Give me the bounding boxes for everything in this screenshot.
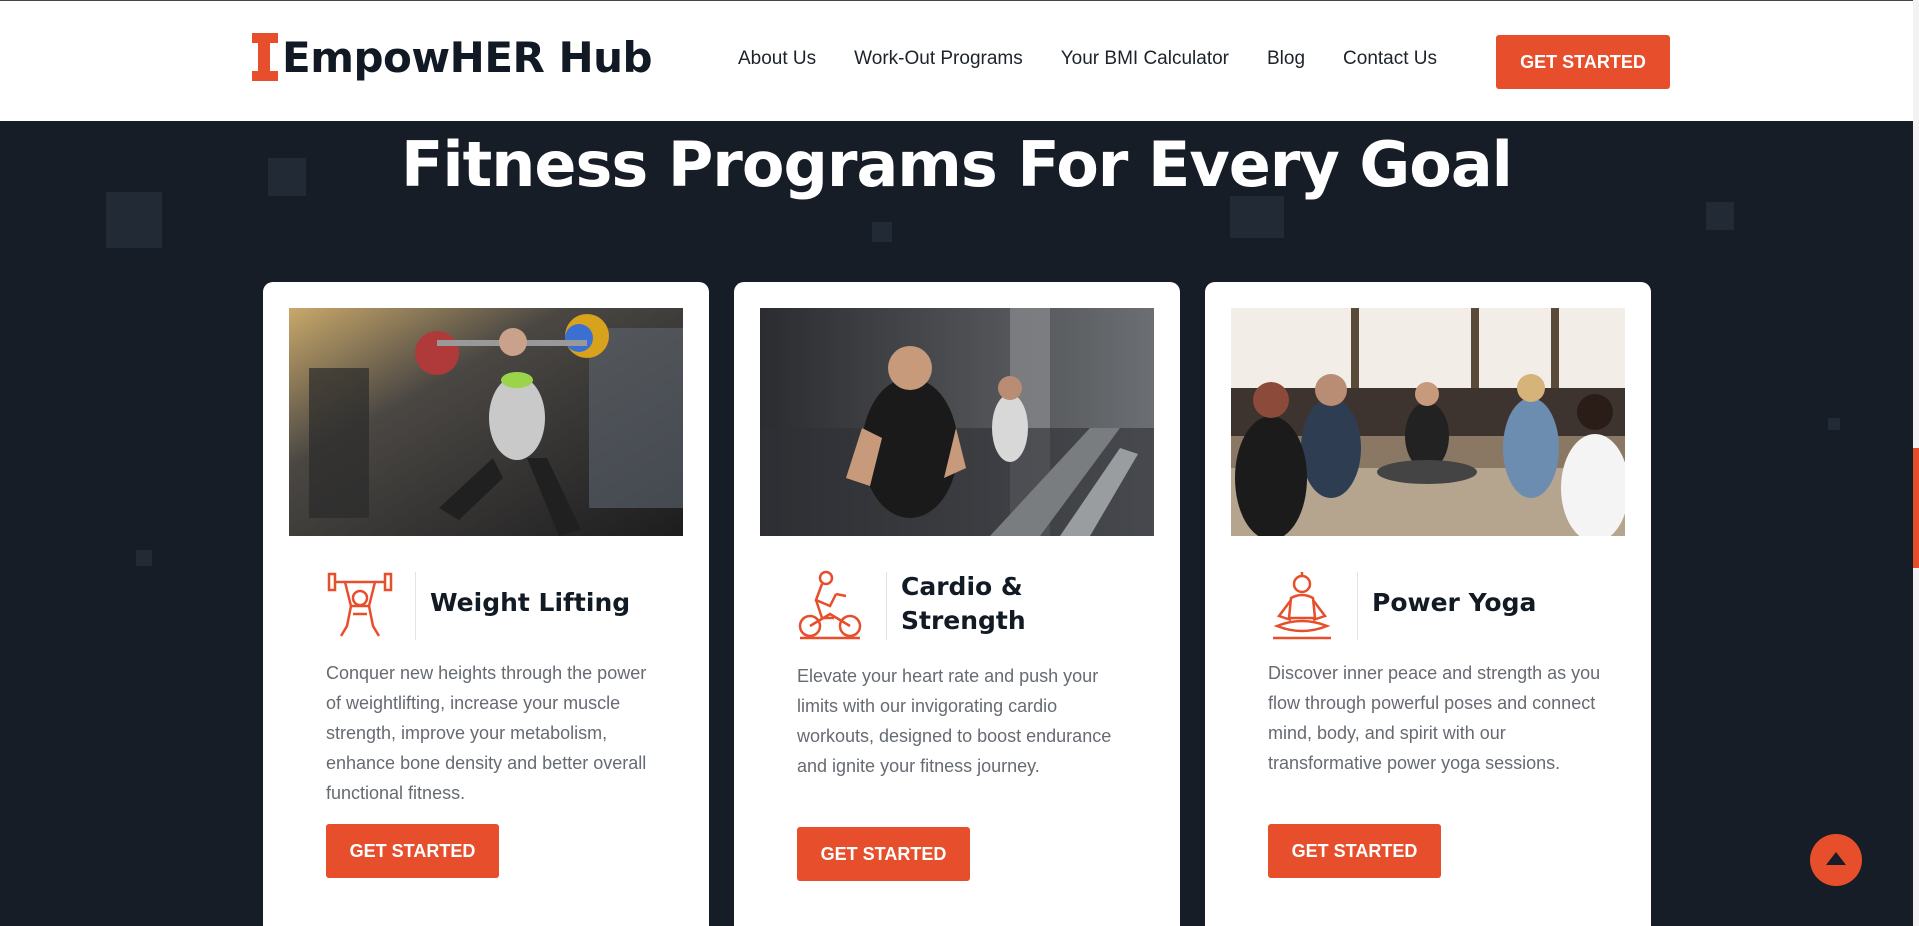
cardio-strength-photo: [760, 308, 1154, 536]
program-card-weight-lifting: Weight Lifting Conquer new heights throu…: [263, 282, 709, 926]
decorative-square: [1230, 196, 1284, 238]
weightlifter-icon: [325, 570, 395, 642]
program-card-cardio-strength: Cardio & Strength Elevate your heart rat…: [734, 282, 1180, 926]
scrollbar-thumb[interactable]: [1913, 448, 1919, 568]
card-description: Elevate your heart rate and push your li…: [797, 666, 1112, 776]
power-yoga-get-started-button[interactable]: GET STARTED: [1268, 824, 1441, 878]
decorative-square: [872, 222, 892, 242]
decorative-square: [136, 550, 152, 566]
site-header: EmpowHER Hub About Us Work-Out Programs …: [0, 0, 1913, 121]
section-title: Fitness Programs For Every Goal: [401, 128, 1513, 201]
card-description: Conquer new heights through the power of…: [326, 663, 647, 803]
weight-lifting-get-started-button[interactable]: GET STARTED: [326, 824, 499, 878]
nav-bmi-calculator[interactable]: Your BMI Calculator: [1061, 48, 1229, 70]
card-title: Power Yoga: [1372, 588, 1537, 617]
nav-about-us[interactable]: About Us: [738, 48, 816, 70]
card-divider: [886, 572, 887, 640]
program-card-power-yoga: Power Yoga Discover inner peace and stre…: [1205, 282, 1651, 926]
card-divider: [415, 572, 416, 640]
scroll-to-top-button[interactable]: [1810, 834, 1862, 886]
card-divider: [1357, 572, 1358, 640]
decorative-square: [1828, 418, 1840, 430]
meditation-icon: [1267, 570, 1337, 642]
logo-text: EmpowHER Hub: [282, 32, 653, 82]
card-description: Discover inner peace and strength as you…: [1268, 663, 1601, 773]
card-title: Weight Lifting: [430, 588, 631, 617]
logo[interactable]: EmpowHER Hub: [250, 31, 653, 83]
decorative-square: [1706, 202, 1734, 230]
weight-lifting-photo: [289, 308, 683, 536]
dumbbell-logo-icon: [250, 31, 280, 83]
exercise-bike-icon: [796, 570, 866, 642]
cardio-strength-get-started-button[interactable]: GET STARTED: [797, 827, 970, 881]
nav-contact-us[interactable]: Contact Us: [1343, 48, 1437, 70]
main-nav: About Us Work-Out Programs Your BMI Calc…: [738, 48, 1475, 70]
card-title: Cardio & Strength: [901, 572, 1026, 635]
nav-workout-programs[interactable]: Work-Out Programs: [854, 48, 1023, 70]
nav-blog[interactable]: Blog: [1267, 48, 1305, 70]
power-yoga-photo: [1231, 308, 1625, 536]
header-get-started-button[interactable]: GET STARTED: [1496, 35, 1670, 89]
